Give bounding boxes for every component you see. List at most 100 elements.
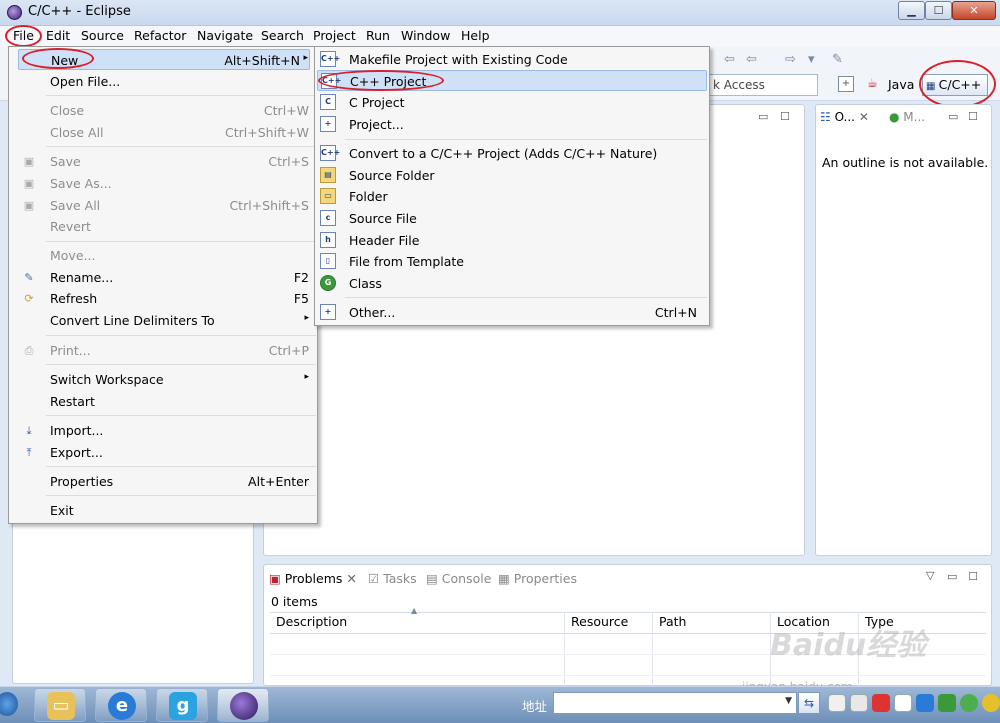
menu-project[interactable]: Project: [313, 28, 356, 44]
forward-icon[interactable]: ⇨: [785, 52, 796, 67]
taskbar-browser[interactable]: e: [95, 688, 147, 722]
chevron-down-icon[interactable]: ▼: [785, 696, 792, 706]
column-path[interactable]: Path: [659, 614, 686, 629]
tray-network-icon[interactable]: [894, 694, 912, 712]
tab-tasks[interactable]: ☑ Tasks: [368, 571, 417, 586]
address-input[interactable]: ▼: [553, 692, 797, 714]
minimize-editor-icon[interactable]: ▭: [758, 110, 768, 123]
maximize-editor-icon[interactable]: ☐: [780, 110, 790, 123]
menu-item-revert: Revert: [50, 219, 91, 234]
column-resource[interactable]: Resource: [571, 614, 628, 629]
menu-item-source-file[interactable]: c Source File: [317, 208, 707, 229]
menu-help[interactable]: Help: [461, 28, 490, 44]
pin-editor-icon[interactable]: ✎: [832, 52, 843, 67]
back-history-icon[interactable]: ⇦: [746, 52, 757, 67]
minimize-button[interactable]: ▁: [898, 1, 925, 20]
menu-item-source-folder[interactable]: ▤ Source Folder: [317, 165, 707, 186]
menu-item-c-project[interactable]: CC Project: [317, 92, 707, 113]
title-bar: [0, 0, 1000, 26]
outline-icon: ☷: [820, 110, 835, 124]
taskbar-explorer[interactable]: ▭: [34, 688, 86, 722]
problems-icon: ▣: [269, 571, 285, 586]
menu-item-print: ⎙ Print... Ctrl+P: [18, 340, 310, 361]
menu-item-import[interactable]: ⤓ Import...: [18, 420, 310, 441]
ie-browser-icon: e: [108, 692, 136, 720]
save-as-icon: ▣: [23, 177, 35, 190]
menu-item-export[interactable]: ⤒ Export...: [18, 442, 310, 463]
menu-item-makefile-project[interactable]: C++ Makefile Project with Existing Code: [317, 49, 707, 70]
menu-separator: [46, 495, 316, 496]
tab-properties[interactable]: ▦ Properties: [498, 571, 577, 586]
tray-app-icon[interactable]: [872, 694, 890, 712]
taskbar-app[interactable]: g: [156, 688, 208, 722]
tab-outline[interactable]: ☷ O... ✕: [820, 110, 869, 124]
menu-run[interactable]: Run: [366, 28, 390, 44]
maximize-bottom-icon[interactable]: ☐: [968, 570, 978, 583]
tray-frog-icon[interactable]: [960, 694, 978, 712]
view-menu-icon[interactable]: ▽: [926, 569, 934, 582]
close-tab-icon[interactable]: ✕: [346, 571, 356, 586]
menu-item-rename[interactable]: ✎ Rename... F2: [18, 267, 310, 288]
taskbar-eclipse[interactable]: [217, 688, 269, 722]
close-button[interactable]: ✕: [952, 1, 996, 20]
menu-bar: File Edit Source Refactor Navigate Searc…: [0, 26, 1000, 47]
menu-item-header-file[interactable]: h Header File: [317, 230, 707, 251]
tab-problems[interactable]: ▣ Problems ✕: [269, 571, 357, 586]
menu-item-open-file[interactable]: Open File...: [18, 71, 310, 92]
menu-item-save-all: ▣ Save All Ctrl+Shift+S: [18, 195, 310, 216]
maximize-button[interactable]: ☐: [925, 1, 952, 20]
column-description[interactable]: Description: [276, 614, 347, 629]
menu-item-exit[interactable]: Exit: [18, 500, 310, 521]
minimize-outline-icon[interactable]: ▭: [948, 110, 958, 123]
menu-refactor[interactable]: Refactor: [134, 28, 186, 44]
tray-security-icon[interactable]: [938, 694, 956, 712]
submenu-arrow-icon: ▸: [304, 313, 309, 323]
menu-item-restart[interactable]: Restart: [18, 391, 310, 412]
menu-search[interactable]: Search: [261, 28, 304, 44]
watermark-logo: Baidu经验: [770, 628, 927, 663]
menu-item-convert-line-delimiters[interactable]: Convert Line Delimiters To ▸: [18, 310, 310, 331]
tasks-icon: ☑: [368, 571, 384, 586]
tray-shield-icon[interactable]: [916, 694, 934, 712]
minimize-bottom-icon[interactable]: ▭: [947, 570, 957, 583]
perspective-java[interactable]: Java: [888, 77, 914, 92]
tray-smiley-icon[interactable]: [982, 694, 1000, 712]
tray-monitor-icon[interactable]: [850, 694, 868, 712]
open-perspective-icon[interactable]: +: [838, 76, 854, 92]
tab-make-targets[interactable]: ● M...: [889, 110, 925, 124]
table-row: [270, 675, 986, 676]
close-tab-icon[interactable]: ✕: [859, 110, 869, 124]
menu-window[interactable]: Window: [401, 28, 450, 44]
menu-navigate[interactable]: Navigate: [197, 28, 253, 44]
menu-item-properties[interactable]: Properties Alt+Enter: [18, 471, 310, 492]
export-icon: ⤒: [26, 446, 32, 459]
menu-source[interactable]: Source: [81, 28, 124, 44]
folder-icon: ▭: [47, 692, 75, 720]
tab-console-label: Console: [441, 571, 492, 586]
menu-item-folder[interactable]: ▭ Folder: [317, 186, 707, 207]
tray-doc-icon[interactable]: [828, 694, 846, 712]
maximize-outline-icon[interactable]: ☐: [968, 110, 978, 123]
tab-outline-label: O...: [834, 110, 855, 124]
go-button[interactable]: ⇆: [798, 692, 820, 714]
menu-item-other[interactable]: + Other... Ctrl+N: [317, 302, 707, 323]
menu-item-convert-project[interactable]: C++ Convert to a C/C++ Project (Adds C/C+…: [317, 143, 707, 164]
menu-item-file-from-template[interactable]: ▯ File from Template: [317, 251, 707, 272]
menu-edit[interactable]: Edit: [46, 28, 70, 44]
header-file-icon: h: [320, 232, 336, 248]
dropdown-icon[interactable]: ▾: [808, 52, 815, 67]
tab-properties-label: Properties: [513, 571, 577, 586]
menu-item-class[interactable]: G Class: [317, 273, 707, 294]
menu-separator: [46, 241, 316, 242]
quick-access-input[interactable]: k Access: [706, 74, 818, 96]
back-icon[interactable]: ⇦: [724, 52, 735, 67]
menu-item-switch-workspace[interactable]: Switch Workspace ▸: [18, 369, 310, 390]
menu-item-refresh[interactable]: ⟳ Refresh F5: [18, 288, 310, 309]
menu-item-project[interactable]: + Project...: [317, 114, 707, 135]
menu-separator: [46, 415, 316, 416]
tab-console[interactable]: ▤ Console: [426, 571, 491, 586]
menu-item-close-all: Close All Ctrl+Shift+W: [50, 125, 309, 140]
folder-icon: ▭: [320, 188, 336, 204]
menu-separator: [46, 364, 316, 365]
console-icon: ▤: [426, 571, 442, 586]
